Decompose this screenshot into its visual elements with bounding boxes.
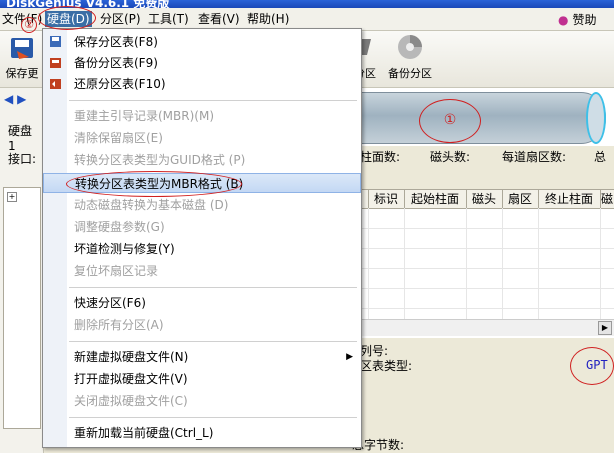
disk-cylinder-end [586, 92, 606, 144]
menu-separator [69, 100, 357, 101]
menu-item-quick-partition[interactable]: 快速分区(F6) [43, 293, 361, 313]
save-icon [7, 33, 37, 63]
disk-map[interactable] [358, 88, 614, 146]
col-header-head[interactable]: 磁头 [466, 190, 503, 208]
menu-item-open-virtual-disk[interactable]: 打开虚拟硬盘文件(V) [43, 369, 361, 389]
app-title: DiskGenius V4.6.1 免费版 [6, 0, 170, 8]
cylinders-label: 柱面数: [360, 150, 401, 164]
heart-icon: ● [558, 13, 569, 27]
save-changes-button[interactable]: 保存更 [2, 33, 42, 81]
sponsor-link[interactable]: ● 赞助 [558, 11, 597, 28]
annotation-two: ② [21, 17, 37, 33]
heads-label: 磁头数: [430, 150, 471, 164]
disk-nav: ◀ ▶ [4, 92, 26, 106]
menu-item-label: 转换分区表类型为GUID格式 (P) [74, 153, 246, 167]
annotation-one: ① [419, 99, 481, 143]
grid-row [358, 228, 614, 229]
table-header: 标识 起始柱面 磁头 扇区 终止柱面 磁 [358, 190, 614, 209]
menu-item-label: 打开虚拟硬盘文件(V) [74, 372, 188, 386]
menu-item-backup-partition-table[interactable]: 备份分区表(F9) [43, 53, 361, 73]
menu-item-label: 快速分区(F6) [74, 296, 146, 310]
menu-view[interactable]: 查看(V) [196, 11, 242, 27]
grid-row [358, 288, 614, 289]
backup-partition-label: 备份分区 [388, 67, 432, 80]
menu-item-bad-sector-check[interactable]: 坏道检测与修复(Y) [43, 239, 361, 259]
save-table-icon [50, 36, 61, 47]
title-bar: DiskGenius V4.6.1 免费版 [0, 0, 614, 8]
disk-cylinder[interactable] [358, 92, 606, 144]
col-header-more[interactable]: 磁 [600, 190, 614, 208]
menu-item-convert-to-guid: 转换分区表类型为GUID格式 (P) [43, 150, 361, 170]
sponsor-label: 赞助 [572, 13, 597, 27]
menu-item-rebuild-mbr: 重建主引导记录(MBR)(M) [43, 106, 361, 126]
horizontal-scrollbar[interactable]: ▶ [358, 319, 614, 336]
menu-item-label: 还原分区表(F10) [74, 77, 166, 91]
interface-label: 接口: [8, 152, 37, 166]
col-header-sector[interactable]: 扇区 [502, 190, 539, 208]
grid-col [538, 208, 539, 334]
disk-menu: 保存分区表(F8) 备份分区表(F9) 还原分区表(F10) 重建主引导记录(M… [42, 28, 362, 448]
col-header-id[interactable]: 标识 [368, 190, 405, 208]
backup-partition-button[interactable]: 备份分区 [384, 33, 436, 81]
partition-table[interactable]: 标识 起始柱面 磁头 扇区 终止柱面 磁 [358, 189, 614, 338]
menu-separator [69, 341, 357, 342]
menu-item-label: 调整硬盘参数(G) [74, 220, 165, 234]
disk-label: 硬盘 1 [8, 122, 43, 153]
disk-tree[interactable]: + [3, 187, 41, 429]
disk-label-text: 硬盘 [8, 124, 33, 138]
menu-item-label: 坏道检测与修复(Y) [74, 242, 175, 256]
grid-col [466, 208, 467, 334]
menu-item-new-virtual-disk[interactable]: 新建虚拟硬盘文件(N) ▶ [43, 347, 361, 367]
menu-item-label: 复位坏扇区记录 [74, 264, 159, 278]
menu-item-reset-bad-sectors: 复位坏扇区记录 [43, 261, 361, 281]
grid-row [358, 268, 614, 269]
partition-table-type-label: 区表类型: [360, 359, 413, 373]
backup-table-icon [50, 58, 61, 68]
menu-item-reload-disk[interactable]: 重新加载当前硬盘(Ctrl_L) [43, 423, 361, 443]
menu-item-label: 新建虚拟硬盘文件(N) [74, 350, 189, 364]
menu-item-label: 动态磁盘转换为基本磁盘 (D) [74, 198, 229, 212]
nav-forward-icon[interactable]: ▶ [17, 92, 26, 106]
menu-separator [69, 417, 357, 418]
submenu-arrow-icon: ▶ [346, 352, 353, 362]
left-panel: ◀ ▶ 硬盘 1 接口: + [0, 88, 44, 453]
disc-icon [395, 33, 425, 63]
nav-back-icon[interactable]: ◀ [4, 92, 13, 106]
menu-item-label: 清除保留扇区(E) [74, 131, 163, 145]
menu-item-label: 保存分区表(F8) [74, 35, 158, 49]
grid-col [404, 208, 405, 334]
menu-partition[interactable]: 分区(P) [98, 11, 143, 27]
grid-col [600, 208, 601, 334]
restore-table-icon [50, 79, 61, 89]
expand-icon[interactable]: + [7, 192, 17, 202]
menu-item-save-partition-table[interactable]: 保存分区表(F8) [43, 32, 361, 52]
col-header-end-cyl[interactable]: 终止柱面 [538, 190, 601, 208]
grid-row [358, 248, 614, 249]
menu-item-delete-all-partitions: 删除所有分区(A) [43, 315, 361, 335]
menu-item-clear-reserved-sectors: 清除保留扇区(E) [43, 128, 361, 148]
menu-item-label: 备份分区表(F9) [74, 56, 158, 70]
sectors-label: 每道扇区数: [502, 150, 567, 164]
save-changes-label: 保存更 [5, 67, 39, 80]
total-label: 总 [594, 150, 607, 164]
grid-col [368, 208, 369, 334]
menu-separator [69, 287, 357, 288]
menu-item-close-virtual-disk: 关闭虚拟硬盘文件(C) [43, 391, 361, 411]
col-header-start-cyl[interactable]: 起始柱面 [404, 190, 467, 208]
menu-help[interactable]: 帮助(H) [245, 11, 291, 27]
menu-tools[interactable]: 工具(T) [146, 11, 191, 27]
menu-item-label: 删除所有分区(A) [74, 318, 164, 332]
menu-item-label: 重新加载当前硬盘(Ctrl_L) [74, 426, 214, 440]
grid-col [502, 208, 503, 334]
menu-item-restore-partition-table[interactable]: 还原分区表(F10) [43, 74, 361, 94]
annotation-menu-oval [38, 6, 96, 30]
annotation-gpt-circle [570, 347, 614, 385]
menu-item-dynamic-to-basic: 动态磁盘转换为基本磁盘 (D) [43, 195, 361, 215]
menu-item-adjust-disk-params: 调整硬盘参数(G) [43, 217, 361, 237]
grid-row [358, 308, 614, 309]
annotation-mbr-oval [66, 171, 242, 197]
scroll-right-icon[interactable]: ▶ [598, 321, 612, 335]
menu-item-label: 关闭虚拟硬盘文件(C) [74, 394, 188, 408]
menu-item-label: 重建主引导记录(MBR)(M) [74, 109, 215, 123]
